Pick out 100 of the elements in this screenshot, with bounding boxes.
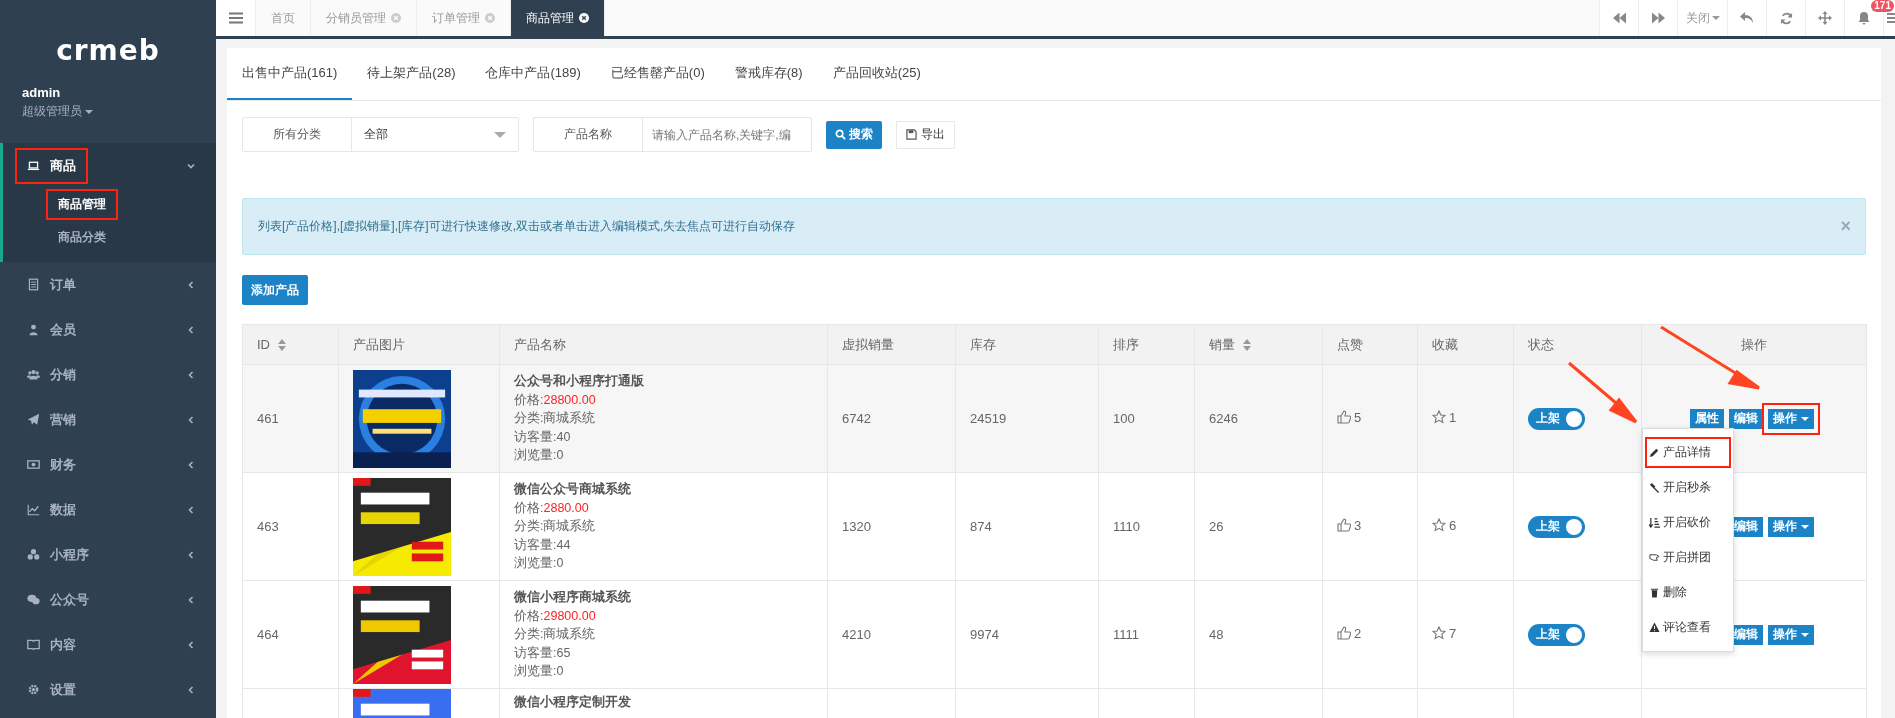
user-role-dropdown[interactable]: 超级管理员 bbox=[22, 103, 93, 120]
page-tab[interactable]: 首页 bbox=[256, 0, 311, 36]
sidebar-menu-item[interactable]: 商品 bbox=[17, 149, 86, 182]
view-count: 浏览量:0 bbox=[514, 555, 565, 573]
thumbs-up-icon bbox=[1337, 518, 1351, 533]
product-category: 分类:商城系统 bbox=[514, 626, 597, 644]
actions-dropdown-button[interactable]: 操作 bbox=[1768, 516, 1814, 537]
table-cell: 1320 bbox=[827, 472, 956, 581]
table-cell: 463 bbox=[242, 472, 339, 581]
add-product-button[interactable]: 添加产品 bbox=[242, 275, 308, 305]
refresh-icon bbox=[1779, 11, 1793, 25]
money-icon bbox=[27, 458, 40, 471]
double-right-icon bbox=[1651, 12, 1665, 24]
star-icon bbox=[1432, 626, 1446, 641]
table-cell: 1110 bbox=[1098, 472, 1195, 581]
product-price: 价格:28800.00 bbox=[514, 391, 597, 409]
star-icon bbox=[1432, 410, 1446, 425]
product-tab[interactable]: 待上架产品(28) bbox=[352, 48, 471, 100]
table-cell: 24519 bbox=[955, 364, 1099, 473]
sidebar-submenu-item[interactable]: 商品管理 bbox=[48, 191, 116, 218]
chevron-left-icon bbox=[186, 414, 196, 425]
product-tab[interactable]: 产品回收站(25) bbox=[817, 48, 936, 100]
product-category: 分类:商城系统 bbox=[514, 518, 597, 536]
column-header[interactable]: ID bbox=[242, 324, 339, 365]
search-icon bbox=[835, 129, 846, 140]
sidebar-menu-item[interactable]: 设置 bbox=[17, 673, 86, 706]
actions-dropdown-button[interactable]: 操作 bbox=[1768, 408, 1814, 429]
menu-item[interactable]: 产品详情 bbox=[1643, 435, 1733, 470]
product-category: 分类:商城系统 bbox=[514, 410, 597, 428]
annotation-arrow bbox=[1567, 361, 1639, 425]
action-button[interactable]: 属性 bbox=[1690, 408, 1724, 429]
book-icon bbox=[27, 638, 40, 651]
table-cell: 4210 bbox=[827, 580, 956, 689]
star-icon bbox=[1432, 518, 1446, 533]
sort-icon[interactable] bbox=[1243, 338, 1251, 351]
sidebar-menu-item[interactable]: 数据 bbox=[17, 493, 86, 526]
user-icon bbox=[27, 323, 40, 336]
page-tab[interactable]: 分销员管理 bbox=[311, 0, 417, 36]
like-count: 2 bbox=[1354, 625, 1362, 641]
scroll-left-button[interactable] bbox=[1599, 0, 1638, 36]
product-name: 微信公众号商城系统 bbox=[514, 481, 632, 499]
sidebar-menu-item[interactable]: 营销 bbox=[17, 403, 86, 436]
favorite-count: 1 bbox=[1449, 409, 1457, 425]
status-toggle[interactable]: 上架 bbox=[1528, 407, 1585, 430]
favorite-count: 6 bbox=[1449, 517, 1457, 533]
status-toggle[interactable]: 上架 bbox=[1528, 515, 1585, 538]
menu-item[interactable]: 删除 bbox=[1643, 575, 1733, 610]
back-button[interactable] bbox=[1727, 0, 1766, 36]
close-icon[interactable] bbox=[579, 13, 589, 23]
column-header: 库存 bbox=[955, 324, 1099, 365]
alert-message: 列表[产品价格],[虚拟销量],[库存]可进行快速修改,双击或者单击进入编辑模式,失去焦点可进行自动保存 bbox=[258, 218, 796, 235]
product-tab[interactable]: 出售中产品(161) bbox=[227, 48, 353, 100]
product-tab[interactable]: 仓库中产品(189) bbox=[470, 48, 596, 100]
refresh-button[interactable] bbox=[1766, 0, 1805, 36]
menu-item[interactable]: 开启拼团 bbox=[1643, 540, 1733, 575]
settings-icon bbox=[27, 683, 40, 696]
column-header: 产品图片 bbox=[338, 324, 500, 365]
product-tab[interactable]: 警戒库存(8) bbox=[719, 48, 818, 100]
logo: crmeb bbox=[55, 33, 161, 69]
status-toggle[interactable]: 上架 bbox=[1528, 623, 1585, 646]
scroll-right-button[interactable] bbox=[1638, 0, 1677, 36]
column-header: 操作 bbox=[1641, 324, 1867, 365]
notification-bell-icon[interactable] bbox=[1857, 11, 1871, 25]
sidebar-menu-item[interactable]: 会员 bbox=[17, 313, 86, 346]
sidebar-menu-item[interactable]: 订单 bbox=[17, 268, 86, 301]
list-icon[interactable] bbox=[1887, 12, 1895, 24]
close-tabs-dropdown[interactable]: 关闭 bbox=[1677, 0, 1727, 36]
move-icon bbox=[1818, 11, 1832, 25]
chevron-left-icon bbox=[186, 639, 196, 650]
chat-icon bbox=[27, 593, 40, 606]
column-header: 排序 bbox=[1098, 324, 1195, 365]
chevron-left-icon bbox=[186, 549, 196, 560]
fullscreen-button[interactable] bbox=[1805, 0, 1844, 36]
sort-icon[interactable] bbox=[278, 338, 286, 351]
doc-icon bbox=[27, 278, 40, 291]
chart-icon bbox=[27, 503, 40, 516]
sidebar-menu-item[interactable]: 小程序 bbox=[17, 538, 99, 571]
trash-icon bbox=[1649, 587, 1660, 598]
product-tab[interactable]: 已经售罄产品(0) bbox=[595, 48, 720, 100]
sidebar-menu-item[interactable]: 公众号 bbox=[17, 583, 99, 616]
page-tab[interactable]: 商品管理 bbox=[511, 0, 605, 36]
action-button[interactable]: 编辑 bbox=[1729, 408, 1763, 429]
sidebar-menu-item[interactable]: 分销 bbox=[17, 358, 86, 391]
column-header: 虚拟销量 bbox=[827, 324, 956, 365]
sidebar-menu-item[interactable]: 财务 bbox=[17, 448, 86, 481]
column-header: 状态 bbox=[1513, 324, 1642, 365]
export-button[interactable]: 导出 bbox=[896, 120, 955, 149]
column-header[interactable]: 销量 bbox=[1194, 324, 1323, 365]
search-button[interactable]: 搜索 bbox=[826, 120, 882, 149]
table-cell: 464 bbox=[242, 580, 339, 689]
view-count: 浏览量:0 bbox=[514, 447, 565, 465]
table-cell: 48 bbox=[1194, 580, 1323, 689]
sidebar-submenu-item[interactable]: 商品分类 bbox=[48, 224, 116, 251]
menu-button[interactable] bbox=[216, 0, 256, 36]
sidebar-menu-item[interactable]: 内容 bbox=[17, 628, 86, 661]
menu-item[interactable]: 开启秒杀 bbox=[1643, 470, 1733, 505]
actions-dropdown-button[interactable]: 操作 bbox=[1768, 624, 1814, 645]
table-cell: 6742 bbox=[827, 364, 956, 473]
chevron-left-icon bbox=[186, 324, 196, 335]
column-header: 收藏 bbox=[1417, 324, 1514, 365]
